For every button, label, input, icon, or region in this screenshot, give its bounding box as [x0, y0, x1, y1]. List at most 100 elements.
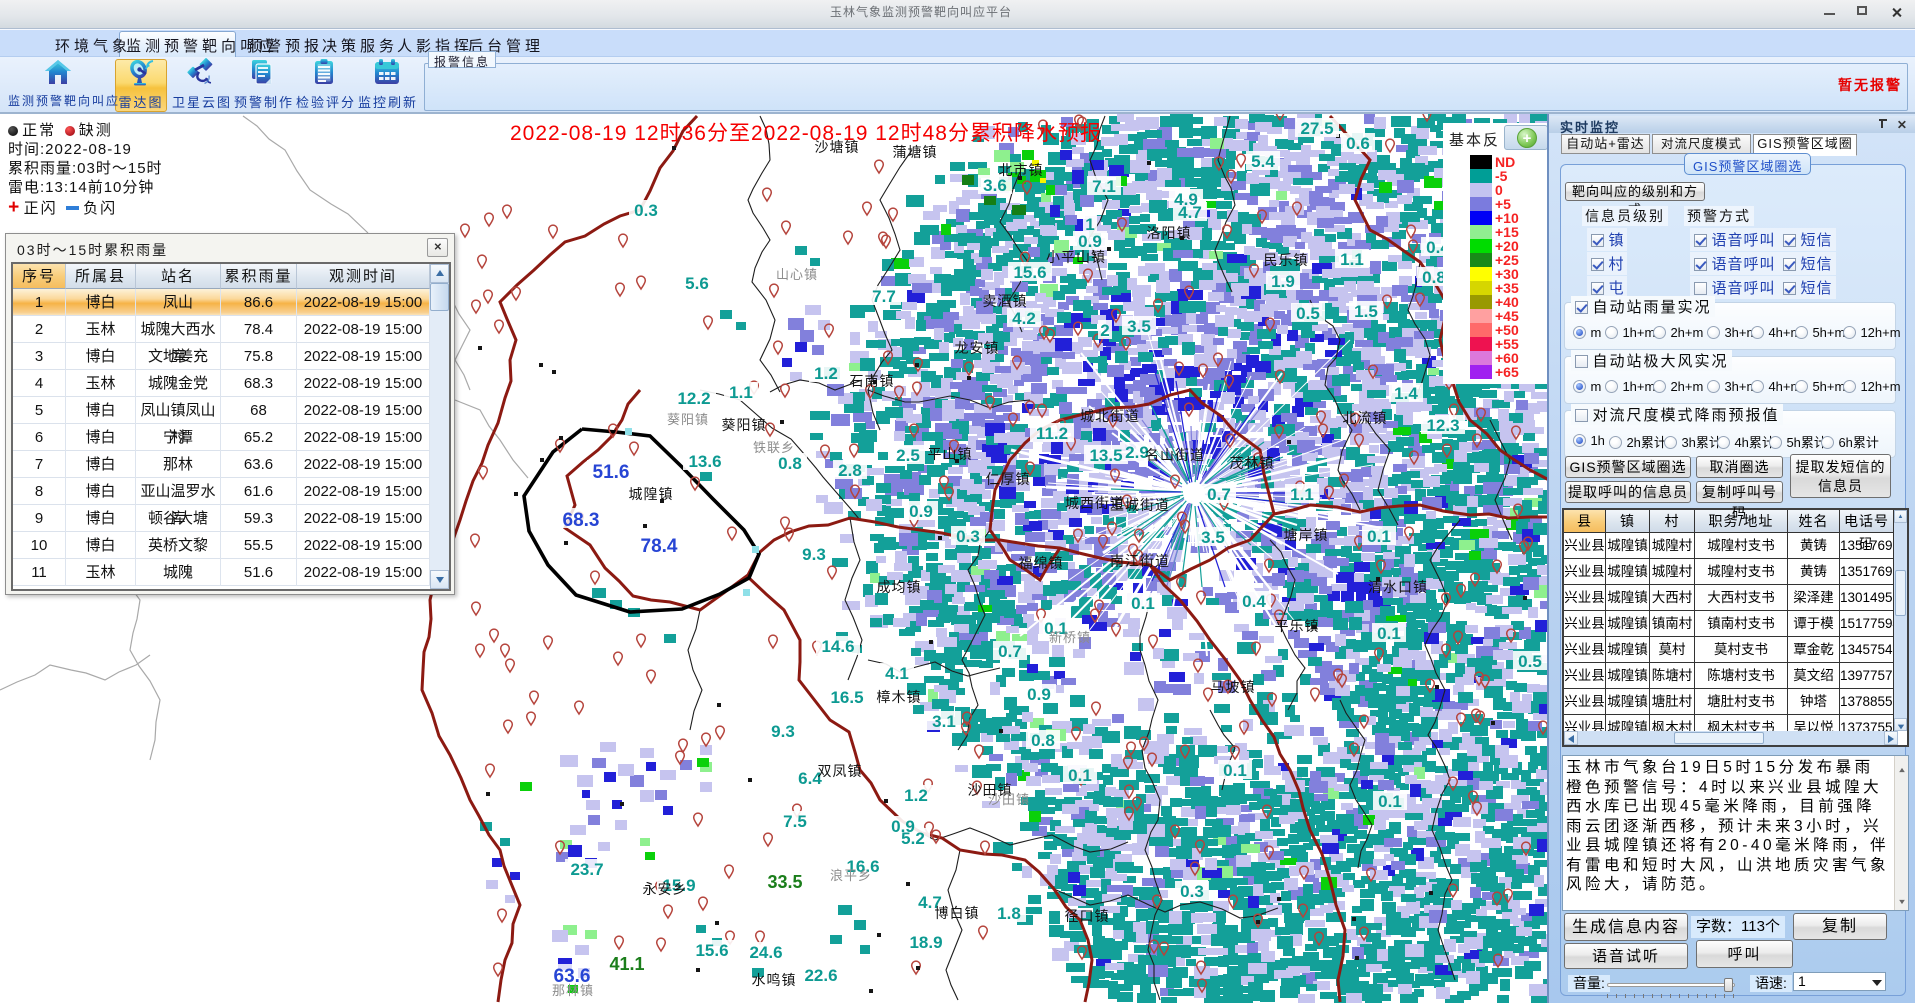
svg-text:5.2: 5.2 — [901, 829, 925, 848]
svg-text:平乐镇: 平乐镇 — [1275, 618, 1320, 634]
svg-text:0.1: 0.1 — [1367, 527, 1391, 546]
svg-text:新桥镇: 新桥镇 — [1049, 630, 1091, 645]
svg-text:7.5: 7.5 — [783, 812, 807, 831]
svg-text:9.3: 9.3 — [802, 545, 826, 564]
svg-text:0.8: 0.8 — [778, 454, 802, 473]
svg-text:24.6: 24.6 — [749, 943, 782, 962]
svg-text:永安乡: 永安乡 — [643, 881, 688, 897]
svg-text:1.2: 1.2 — [904, 786, 928, 805]
svg-text:7.1: 7.1 — [1092, 177, 1116, 196]
svg-text:仁厚镇: 仁厚镇 — [986, 471, 1031, 487]
svg-text:博白镇: 博白镇 — [935, 905, 980, 921]
svg-text:9.3: 9.3 — [771, 722, 795, 741]
svg-text:0.3: 0.3 — [956, 527, 980, 546]
svg-text:18.9: 18.9 — [909, 933, 942, 952]
svg-text:0.1: 0.1 — [1377, 624, 1401, 643]
svg-text:0.1: 0.1 — [1068, 766, 1092, 785]
svg-text:平山镇: 平山镇 — [928, 446, 973, 462]
svg-text:13.5: 13.5 — [1089, 446, 1122, 465]
svg-text:那林镇: 那林镇 — [552, 983, 594, 998]
svg-text:铁联乡: 铁联乡 — [753, 440, 795, 455]
svg-text:11.2: 11.2 — [1036, 424, 1068, 443]
svg-text:福绵镇: 福绵镇 — [1019, 555, 1064, 571]
svg-text:清水口镇: 清水口镇 — [1368, 579, 1428, 595]
svg-text:14.6: 14.6 — [821, 637, 854, 656]
svg-text:15.6: 15.6 — [1013, 263, 1046, 282]
svg-text:0.3: 0.3 — [634, 201, 658, 220]
svg-text:3.5: 3.5 — [1127, 317, 1151, 336]
svg-text:1.1: 1.1 — [729, 383, 753, 402]
svg-text:0.7: 0.7 — [998, 642, 1022, 661]
svg-text:0.3: 0.3 — [1180, 882, 1204, 901]
svg-text:1.9: 1.9 — [1271, 272, 1295, 291]
svg-text:1.5: 1.5 — [1354, 302, 1378, 321]
svg-text:5.4: 5.4 — [1251, 152, 1275, 171]
svg-text:塘岸镇: 塘岸镇 — [1284, 527, 1329, 543]
svg-text:龙安镇: 龙安镇 — [955, 340, 1000, 356]
svg-text:0.4: 0.4 — [1242, 592, 1266, 611]
svg-text:石南镇: 石南镇 — [850, 373, 895, 389]
svg-text:12.3: 12.3 — [1426, 416, 1459, 435]
svg-text:1.4: 1.4 — [1394, 384, 1418, 403]
svg-text:2: 2 — [1100, 321, 1109, 340]
svg-text:北市镇: 北市镇 — [999, 162, 1044, 178]
svg-text:0.1: 0.1 — [1131, 594, 1155, 613]
svg-text:3.6: 3.6 — [983, 176, 1007, 195]
svg-text:0.7: 0.7 — [1207, 485, 1231, 504]
svg-text:0.9: 0.9 — [909, 502, 933, 521]
svg-text:15.6: 15.6 — [695, 941, 728, 960]
svg-text:卖酒镇: 卖酒镇 — [983, 293, 1028, 309]
svg-text:1.1: 1.1 — [1290, 485, 1314, 504]
svg-text:城西街道: 城西街道 — [1065, 495, 1125, 511]
svg-text:径口镇: 径口镇 — [1065, 908, 1110, 924]
svg-text:山心镇: 山心镇 — [776, 267, 818, 282]
svg-text:民乐镇: 民乐镇 — [1264, 252, 1309, 268]
svg-text:2.8: 2.8 — [838, 461, 862, 480]
svg-text:0.1: 0.1 — [1378, 792, 1402, 811]
svg-text:北流镇: 北流镇 — [1343, 410, 1388, 426]
svg-text:4.7: 4.7 — [1178, 203, 1202, 222]
svg-text:成均镇: 成均镇 — [877, 579, 922, 595]
svg-text:22.6: 22.6 — [804, 966, 837, 985]
svg-text:0.6: 0.6 — [1346, 134, 1370, 153]
svg-text:0.5: 0.5 — [1518, 652, 1542, 671]
svg-text:1.1: 1.1 — [1340, 250, 1364, 269]
svg-text:城隍镇: 城隍镇 — [629, 486, 674, 502]
svg-text:洛阳镇: 洛阳镇 — [1147, 225, 1192, 241]
svg-text:小平山镇: 小平山镇 — [1046, 249, 1106, 265]
svg-text:0.8: 0.8 — [1031, 731, 1055, 750]
svg-text:5.6: 5.6 — [685, 274, 709, 293]
svg-text:16.5: 16.5 — [830, 688, 863, 707]
svg-text:沙田镇: 沙田镇 — [988, 792, 1030, 807]
svg-text:13.6: 13.6 — [688, 452, 721, 471]
svg-text:41.1: 41.1 — [609, 954, 644, 974]
svg-text:双凤镇: 双凤镇 — [818, 763, 863, 779]
svg-text:68.3: 68.3 — [563, 510, 600, 531]
svg-text:33.5: 33.5 — [767, 872, 802, 892]
svg-text:12.2: 12.2 — [677, 389, 710, 408]
svg-text:27.5: 27.5 — [1300, 119, 1333, 138]
svg-text:茂林镇: 茂林镇 — [1230, 455, 1275, 471]
svg-text:樟木镇: 樟木镇 — [877, 689, 922, 705]
svg-text:葵阳镇: 葵阳镇 — [722, 417, 767, 433]
svg-text:78.4: 78.4 — [641, 536, 678, 557]
svg-text:0.1: 0.1 — [1223, 761, 1247, 780]
svg-text:马坡镇: 马坡镇 — [1211, 679, 1256, 695]
svg-text:2.5: 2.5 — [896, 446, 920, 465]
svg-text:1.2: 1.2 — [814, 364, 838, 383]
svg-text:7.7: 7.7 — [872, 287, 896, 306]
svg-text:浪平乡: 浪平乡 — [830, 868, 872, 883]
svg-text:城北街道: 城北街道 — [1080, 408, 1140, 424]
svg-text:水鸣镇: 水鸣镇 — [752, 972, 797, 988]
svg-text:葵阳镇: 葵阳镇 — [667, 412, 709, 427]
svg-text:南江街道: 南江街道 — [1110, 553, 1170, 569]
svg-text:23.7: 23.7 — [570, 860, 603, 879]
svg-text:0.5: 0.5 — [1296, 304, 1320, 323]
svg-text:4.2: 4.2 — [1012, 309, 1036, 328]
svg-text:51.6: 51.6 — [593, 462, 630, 483]
svg-text:名山街道: 名山街道 — [1145, 447, 1205, 463]
svg-text:1.8: 1.8 — [997, 904, 1021, 923]
svg-text:3.1: 3.1 — [932, 712, 956, 731]
svg-text:0.9: 0.9 — [1027, 685, 1051, 704]
svg-text:4.1: 4.1 — [885, 664, 909, 683]
